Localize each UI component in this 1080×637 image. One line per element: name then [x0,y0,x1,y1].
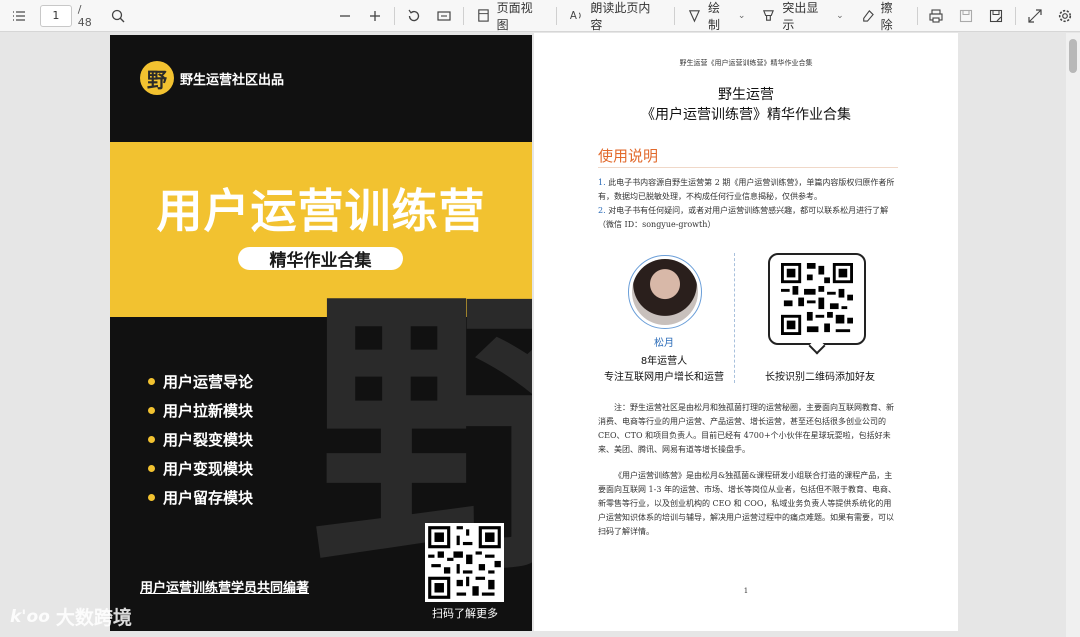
read-aloud-button[interactable]: A 朗读此页内容 [561,0,670,32]
draw-button[interactable]: 绘制 ⌄ [679,0,753,32]
note-number: 1. [598,178,606,187]
page-number-input[interactable]: 1 [39,4,72,27]
eraser-icon [862,9,874,22]
vertical-scrollbar[interactable] [1066,33,1080,637]
erase-button[interactable]: 擦除 [852,0,913,32]
module-item: 用户变现模块 [148,454,253,483]
contact-qr-code [781,263,853,335]
draw-label: 绘制 [708,0,721,32]
bullet-dot [148,494,155,501]
save-as-icon[interactable] [981,1,1011,31]
highlight-icon [763,10,775,21]
module-item: 用户拉新模块 [148,396,253,425]
cover-qr-caption: 扫码了解更多 [432,607,498,620]
site-watermark: k'oo 大数跨境 [10,603,132,630]
module-item: 用户留存模块 [148,483,253,512]
watermark-text: 大数跨境 [55,607,132,629]
toolbar-divider [462,6,464,25]
bullet-dot [148,407,155,414]
speech-bubble-tail [808,337,826,355]
rotate-icon[interactable] [399,1,429,31]
avatar-frame [628,255,702,329]
module-label: 用户拉新模块 [163,402,254,420]
title-line-1: 野生运营 [718,87,774,103]
note-item: 1. 此电子书内容源自野生运营第 2 期《用户运营训练营》，单篇内容版权归原作者… [598,176,898,204]
note-text: 对电子书有任何疑问，或者对用户运营训练营感兴趣，都可以联系松月进行了解 （微信 … [598,206,889,229]
read-aloud-label: 朗读此页内容 [590,0,651,32]
settings-gear-icon[interactable] [1050,1,1080,31]
person-description: 专注互联网用户增长和运营 [604,372,724,383]
watermark-logo: k'oo [10,606,50,627]
page-number: 1 [743,587,749,595]
module-label: 用户留存模块 [163,489,254,507]
module-item: 用户裂变模块 [148,425,253,454]
module-label: 用户运营导论 [163,373,254,391]
note-text: 此电子书内容源自野生运营第 2 期《用户运营训练营》，单篇内容版权归原作者所有，… [598,178,895,201]
contents-list-icon[interactable] [4,1,34,31]
module-label: 用户裂变模块 [163,431,254,449]
person-role: 8年运营人 [640,356,688,367]
page-total: / 48 [77,2,92,29]
zoom-in-icon[interactable] [360,1,390,31]
search-icon[interactable] [103,1,133,31]
module-list: 用户运营导论 用户拉新模块 用户裂变模块 用户变现模块 用户留存模块 [148,367,253,512]
cover-title: 用户运营训练营 [156,184,486,238]
erase-label: 擦除 [880,0,893,32]
module-item: 用户运营导论 [148,367,253,396]
contact-qr-frame [768,253,866,355]
chevron-down-icon[interactable]: ⌄ [836,11,844,21]
toolbar-divider [393,6,395,25]
note-number: 2. [598,206,606,215]
cover-footer: 用户运营训练营学员共同编著 [140,581,310,596]
highlight-button[interactable]: 突出显示 ⌄ [753,0,851,32]
toolbar-divider [1015,6,1017,25]
zoom-out-icon[interactable] [330,1,360,31]
page-view-icon [477,9,489,22]
running-header: 野生运营《用户运营训练营》精华作业合集 [679,59,813,67]
title-line-2: 《用户运营训练营》精华作业合集 [641,107,851,123]
bullet-dot [148,378,155,385]
toolbar-divider [916,6,918,25]
paragraph-course: 《用户运营训练营》是由松月&独孤菌&课程研发小组联合打造的课程产品，主要面向互联… [598,471,896,536]
draw-icon [689,10,701,23]
cover-subtitle: 精华作业合集 [238,247,403,271]
usage-notes: 1. 此电子书内容源自野生运营第 2 期《用户运营训练营》，单篇内容版权归原作者… [598,176,898,232]
save-icon[interactable] [951,1,981,31]
cover-brand: 野 野生运营社区出品 [140,61,284,95]
paragraph-community: 注：野生运营社区是由松月和独孤菌打理的运营秘圈，主要面向互联网教育、新消费、电商… [598,403,894,454]
print-icon[interactable] [922,1,952,31]
read-aloud-icon: A [570,10,582,22]
scrollbar-thumb[interactable] [1069,39,1077,73]
note-item: 2. 对电子书有任何疑问，或者对用户运营训练营感兴趣，都可以联系松月进行了解 （… [598,204,898,232]
pdf-toolbar: 1 / 48 页面视图 A 朗读此页内容 绘制 ⌄ 突出显示 ⌄ 擦除 [0,0,1080,32]
document-title: 野生运营 《用户运营训练营》精华作业合集 [534,85,958,125]
page-view-label: 页面视图 [496,0,533,32]
page-view-button[interactable]: 页面视图 [468,0,553,32]
module-label: 用户变现模块 [163,460,254,478]
person-name: 松月 [654,338,674,349]
cover-page: 野 野 野生运营社区出品 用户运营训练营 精华作业合集 用户运营导论 用户拉新模… [110,35,532,631]
toolbar-divider [674,6,676,25]
brand-logo: 野 [140,61,174,95]
fullscreen-icon[interactable] [1020,1,1050,31]
chevron-down-icon[interactable]: ⌄ [738,11,746,21]
bullet-dot [148,436,155,443]
fit-page-icon[interactable] [429,1,459,31]
section-rule [598,167,898,168]
brand-text: 野生运营社区出品 [180,72,285,88]
bullet-dot [148,465,155,472]
svg-text:A: A [570,10,577,22]
highlight-label: 突出显示 [782,0,819,32]
qr-caption: 长按识别二维码添加好友 [765,372,875,383]
toolbar-divider [556,6,558,25]
section-heading: 使用说明 [598,147,659,165]
avatar [632,259,698,325]
cover-qr-code [425,523,504,602]
document-page: 野生运营《用户运营训练营》精华作业合集 野生运营 《用户运营训练营》精华作业合集… [534,33,958,631]
